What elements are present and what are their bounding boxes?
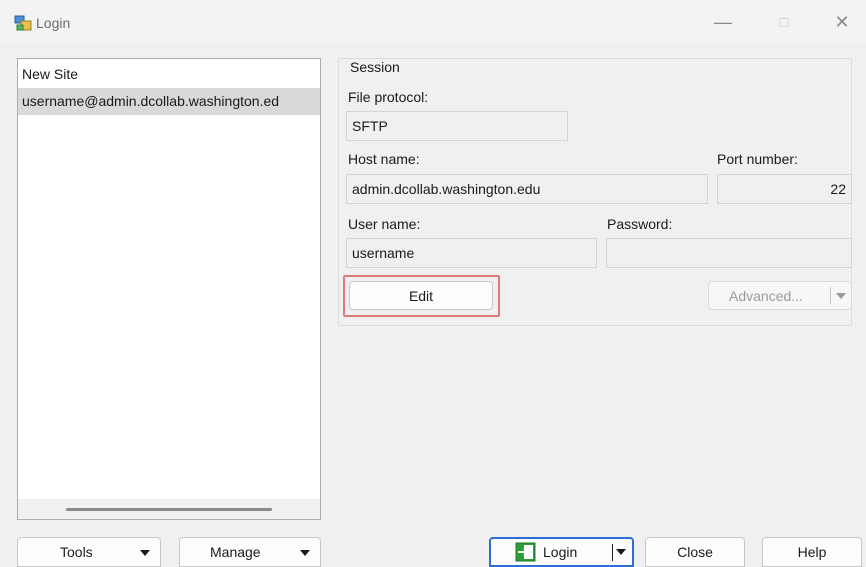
tools-button[interactable]: Tools	[17, 537, 161, 567]
manage-dropdown-icon	[300, 550, 310, 556]
file-protocol-value: SFTP	[352, 118, 388, 134]
file-protocol-label: File protocol:	[348, 89, 429, 105]
horizontal-scrollbar[interactable]	[18, 499, 320, 519]
advanced-dropdown-icon[interactable]	[836, 293, 846, 299]
host-name-input[interactable]: admin.dcollab.washington.edu	[346, 174, 708, 204]
port-number-label: Port number:	[717, 151, 798, 167]
password-input[interactable]	[606, 238, 852, 268]
minimize-button[interactable]: —	[703, 8, 743, 36]
port-number-value: 22	[830, 181, 846, 197]
app-icon	[14, 15, 32, 31]
minimize-icon: —	[714, 11, 732, 32]
manage-button-label: Manage	[210, 544, 261, 560]
scrollbar-thumb[interactable]	[66, 508, 272, 511]
host-name-value: admin.dcollab.washington.edu	[352, 181, 541, 197]
user-name-label: User name:	[348, 216, 421, 232]
maximize-icon: □	[779, 13, 789, 31]
user-name-input[interactable]: username	[346, 238, 597, 268]
password-label: Password:	[607, 216, 673, 232]
session-legend: Session	[348, 59, 402, 75]
close-window-button[interactable]: ✕	[822, 8, 862, 36]
close-button-label: Close	[677, 544, 713, 560]
site-item-new-site[interactable]: New Site	[18, 61, 320, 88]
help-button[interactable]: Help	[762, 537, 862, 567]
login-button-label: Login	[543, 544, 578, 560]
login-button[interactable]: Login	[489, 537, 634, 567]
advanced-button-label: Advanced...	[729, 287, 803, 304]
site-item-label: username@admin.dcollab.washington.ed	[22, 93, 280, 109]
advanced-split-divider	[830, 287, 831, 304]
maximize-button[interactable]: □	[764, 8, 804, 36]
port-number-input[interactable]: 22	[717, 174, 852, 204]
file-protocol-field[interactable]: SFTP	[346, 111, 568, 141]
login-icon	[515, 542, 536, 562]
edit-button[interactable]: Edit	[349, 281, 493, 310]
manage-button[interactable]: Manage	[179, 537, 321, 567]
close-button[interactable]: Close	[645, 537, 745, 567]
site-item-label: New Site	[22, 66, 79, 82]
login-split-divider	[612, 544, 613, 561]
title-bar: Login — □ ✕	[0, 0, 866, 44]
tools-button-label: Tools	[60, 544, 93, 560]
login-dropdown-icon[interactable]	[616, 549, 626, 555]
tools-dropdown-icon	[140, 550, 150, 556]
user-name-value: username	[352, 245, 415, 261]
close-icon: ✕	[834, 11, 850, 32]
site-list[interactable]: New Site username@admin.dcollab.washingt…	[17, 58, 321, 520]
window-title: Login	[36, 15, 71, 31]
site-item-saved[interactable]: username@admin.dcollab.washington.ed	[18, 88, 320, 115]
edit-button-label: Edit	[408, 287, 434, 304]
help-button-label: Help	[797, 544, 827, 560]
host-name-label: Host name:	[348, 151, 420, 167]
